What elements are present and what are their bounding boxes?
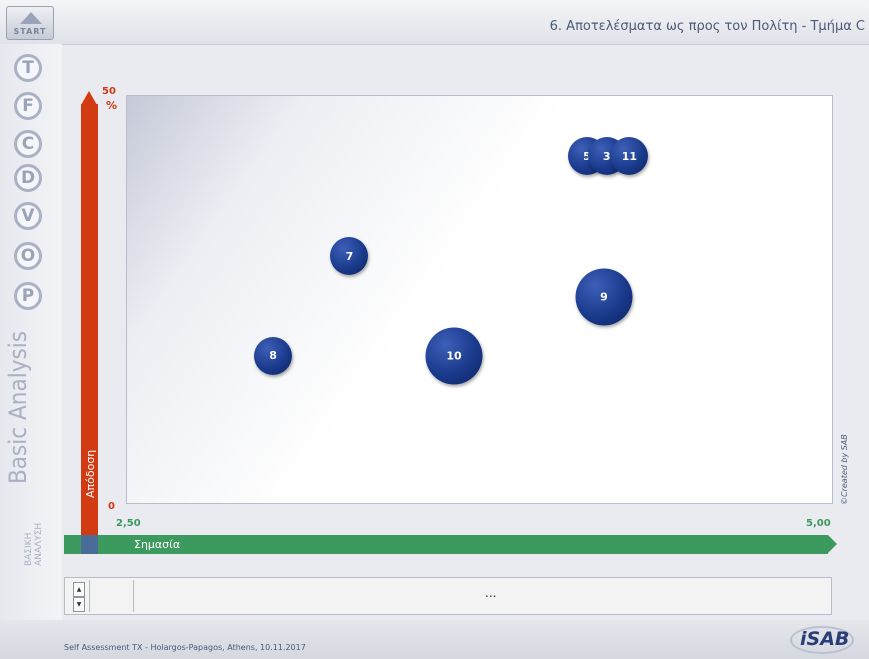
tool-p-icon[interactable]: P (10, 280, 54, 314)
isab-logo: iSAB (790, 624, 858, 656)
y-tick-max: 50 (102, 86, 116, 97)
start-label: START (13, 27, 47, 36)
header: START 6. Αποτελέσματα ως προς τον Πολίτη… (0, 0, 869, 45)
credit-label: ©Created by SAB (840, 434, 849, 505)
y-axis-label: Απόδοση (84, 449, 97, 498)
page-title: 6. Αποτελέσματα ως προς τον Πολίτη - Τμή… (549, 19, 865, 34)
sidebar-title: Basic Analysis (4, 331, 32, 484)
start-button[interactable]: START (6, 6, 54, 40)
y-unit: % (106, 99, 118, 112)
footer-text: Self Assessment TX - Holargos-Papagos, A… (64, 643, 306, 652)
tool-v-icon[interactable]: V (10, 200, 54, 234)
scroll-down-button[interactable]: ▼ (73, 597, 85, 612)
scroll-up-button[interactable]: ▲ (73, 582, 85, 597)
x-tick-min: 2,50 (116, 518, 141, 529)
x-axis-label: Σημασία (134, 538, 181, 551)
sidebar-subtitle: ΒΑΣΙΚΗ ΑΝΑΛΥΣΗ (24, 522, 44, 566)
y-tick-min: 0 (108, 501, 115, 512)
plot-area (126, 95, 833, 504)
home-icon (20, 12, 42, 24)
axis-corner (81, 535, 98, 554)
x-tick-max: 5,00 (806, 518, 831, 529)
tool-t-icon[interactable]: T (10, 52, 54, 86)
tool-c-icon[interactable]: C (10, 128, 54, 162)
tool-o-icon[interactable]: O (10, 240, 54, 274)
tool-f-icon[interactable]: F (10, 90, 54, 124)
tool-d-icon[interactable]: D (10, 162, 54, 196)
comment-panel: ▲ ▼ ... (64, 577, 832, 615)
sidebar: T F C D V O P Basic Analysis ΒΑΣΙΚΗ ΑΝΑΛΥ… (0, 44, 62, 620)
comment-text[interactable]: ... (485, 586, 496, 600)
footer: Self Assessment TX - Holargos-Papagos, A… (0, 620, 869, 659)
